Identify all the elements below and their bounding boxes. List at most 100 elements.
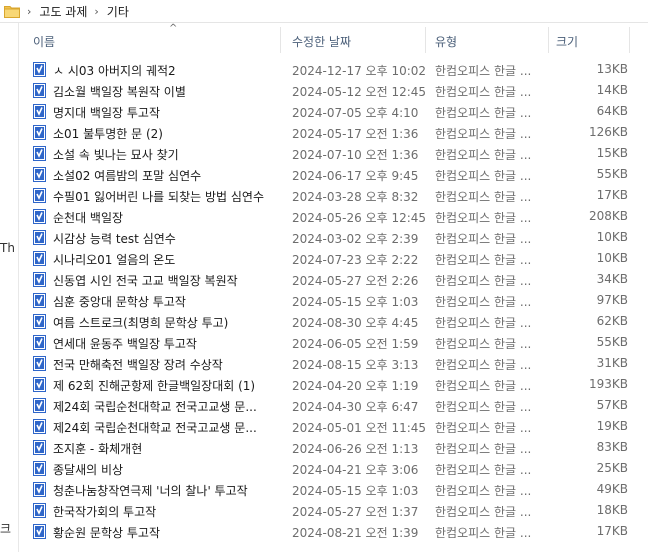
file-size: 55KB	[596, 167, 628, 181]
column-divider[interactable]	[280, 27, 281, 53]
file-type: 한컴오피스 한글 ...	[435, 337, 532, 351]
file-size: 15KB	[596, 146, 628, 160]
file-date-modified: 2024-06-17 오후 9:45	[292, 169, 419, 183]
file-row[interactable]: 소설02 여름밤의 포말 심연수 2024-06-17 오후 9:45 한컴오피…	[19, 164, 648, 185]
hwp-document-icon	[33, 482, 46, 497]
folder-icon	[4, 5, 20, 18]
file-row[interactable]: 수필01 잃어버린 나를 되찾는 방법 심연수 2024-03-28 오후 8:…	[19, 185, 648, 206]
file-row[interactable]: 순천대 백일장 2024-05-26 오후 12:45 한컴오피스 한글 ...…	[19, 206, 648, 227]
file-list: ㅅ 시03 아버지의 궤적2 2024-12-17 오후 10:02 한컴오피스…	[19, 59, 648, 542]
file-row[interactable]: 연세대 윤동주 백일장 투고작 2024-06-05 오전 1:59 한컴오피스…	[19, 332, 648, 353]
file-row[interactable]: 소01 불투명한 문 (2) 2024-05-17 오전 1:36 한컴오피스 …	[19, 122, 648, 143]
navigation-pane[interactable]: Th 크	[0, 23, 19, 552]
file-size: 14KB	[596, 83, 628, 97]
hwp-document-icon	[33, 104, 46, 119]
file-name: 신동엽 시인 전국 고교 백일장 복원작	[53, 274, 238, 288]
column-size[interactable]: 크기	[556, 33, 578, 50]
column-name[interactable]: 이름	[33, 33, 55, 50]
hwp-document-icon	[33, 83, 46, 98]
file-row[interactable]: 시감상 능력 test 심연수 2024-03-02 오후 2:39 한컴오피스…	[19, 227, 648, 248]
breadcrumb-item[interactable]: 고도 과제	[39, 3, 87, 20]
file-date-modified: 2024-06-05 오전 1:59	[292, 337, 419, 351]
file-row[interactable]: 종달새의 비상 2024-04-21 오후 3:06 한컴오피스 한글 ... …	[19, 458, 648, 479]
file-row[interactable]: 김소월 백일장 복원작 이별 2024-05-12 오전 12:45 한컴오피스…	[19, 80, 648, 101]
column-divider[interactable]	[629, 27, 630, 53]
file-type: 한컴오피스 한글 ...	[435, 295, 532, 309]
file-size: 19KB	[596, 419, 628, 433]
column-type[interactable]: 유형	[435, 33, 457, 50]
hwp-document-icon	[33, 398, 46, 413]
file-name: 한국작가회의 투고작	[53, 505, 157, 519]
file-row[interactable]: 명지대 백일장 투고작 2024-07-05 오후 4:10 한컴오피스 한글 …	[19, 101, 648, 122]
file-type: 한컴오피스 한글 ...	[435, 316, 532, 330]
file-row[interactable]: 제24회 국립순천대학교 전국고교생 문... 2024-04-30 오후 6:…	[19, 395, 648, 416]
file-size: 10KB	[596, 230, 628, 244]
file-date-modified: 2024-07-23 오후 2:22	[292, 253, 419, 267]
file-date-modified: 2024-03-28 오후 8:32	[292, 190, 419, 204]
file-date-modified: 2024-07-05 오후 4:10	[292, 106, 419, 120]
file-name: 소설02 여름밤의 포말 심연수	[53, 169, 202, 183]
file-name: 시나리오01 얼음의 온도	[53, 253, 176, 267]
file-name: 종달새의 비상	[53, 463, 124, 477]
file-name: ㅅ 시03 아버지의 궤적2	[53, 64, 176, 78]
file-row[interactable]: 조지훈 - 화체개현 2024-06-26 오전 1:13 한컴오피스 한글 .…	[19, 437, 648, 458]
sort-ascending-icon: ^	[169, 23, 178, 34]
file-date-modified: 2024-05-17 오전 1:36	[292, 127, 419, 141]
file-name: 여름 스트로크(최명희 문학상 투고)	[53, 316, 229, 330]
hwp-document-icon	[33, 293, 46, 308]
file-name: 소설 속 빛나는 묘사 찾기	[53, 148, 179, 162]
navigation-pane-fragment[interactable]: Th	[0, 241, 15, 255]
file-type: 한컴오피스 한글 ...	[435, 106, 532, 120]
file-type: 한컴오피스 한글 ...	[435, 211, 532, 225]
file-row[interactable]: 시나리오01 얼음의 온도 2024-07-23 오후 2:22 한컴오피스 한…	[19, 248, 648, 269]
file-row[interactable]: 제 62회 진해군항제 한글백일장대회 (1) 2024-04-20 오후 1:…	[19, 374, 648, 395]
file-name: 제 62회 진해군항제 한글백일장대회 (1)	[53, 379, 256, 393]
file-row[interactable]: 신동엽 시인 전국 고교 백일장 복원작 2024-05-27 오전 2:26 …	[19, 269, 648, 290]
file-row[interactable]: 전국 만해축전 백일장 장려 수상작 2024-08-15 오후 3:13 한컴…	[19, 353, 648, 374]
file-name: 소01 불투명한 문 (2)	[53, 127, 163, 141]
file-type: 한컴오피스 한글 ...	[435, 442, 532, 456]
file-row[interactable]: 청춘나눔창작연극제 '너의 찰나' 투고작 2024-05-15 오후 1:03…	[19, 479, 648, 500]
hwp-document-icon	[33, 146, 46, 161]
hwp-document-icon	[33, 356, 46, 371]
hwp-document-icon	[33, 251, 46, 266]
file-row[interactable]: 한국작가회의 투고작 2024-05-27 오전 1:37 한컴오피스 한글 .…	[19, 500, 648, 521]
breadcrumb-item[interactable]: 기타	[107, 3, 129, 20]
file-date-modified: 2024-04-21 오후 3:06	[292, 463, 419, 477]
file-name: 수필01 잃어버린 나를 되찾는 방법 심연수	[53, 190, 264, 204]
hwp-document-icon	[33, 440, 46, 455]
column-divider[interactable]	[425, 27, 426, 53]
file-size: 17KB	[596, 524, 628, 538]
file-size: 64KB	[596, 104, 628, 118]
hwp-document-icon	[33, 230, 46, 245]
chevron-right-icon: ›	[27, 4, 32, 18]
file-row[interactable]: ㅅ 시03 아버지의 궤적2 2024-12-17 오후 10:02 한컴오피스…	[19, 59, 648, 80]
file-type: 한컴오피스 한글 ...	[435, 526, 532, 540]
file-size: 10KB	[596, 251, 628, 265]
file-type: 한컴오피스 한글 ...	[435, 232, 532, 246]
file-date-modified: 2024-03-02 오후 2:39	[292, 232, 419, 246]
file-row[interactable]: 심훈 중앙대 문학상 투고작 2024-05-15 오후 1:03 한컴오피스 …	[19, 290, 648, 311]
file-name: 시감상 능력 test 심연수	[53, 232, 176, 246]
address-bar[interactable]: › 고도 과제 › 기타	[0, 0, 648, 23]
file-size: 208KB	[588, 209, 628, 223]
column-date-modified[interactable]: 수정한 날짜	[292, 33, 351, 50]
file-name: 김소월 백일장 복원작 이별	[53, 85, 186, 99]
file-row[interactable]: 여름 스트로크(최명희 문학상 투고) 2024-08-30 오후 4:45 한…	[19, 311, 648, 332]
file-row[interactable]: 소설 속 빛나는 묘사 찾기 2024-07-10 오전 1:36 한컴오피스 …	[19, 143, 648, 164]
file-size: 55KB	[596, 335, 628, 349]
file-size: 17KB	[596, 188, 628, 202]
file-type: 한컴오피스 한글 ...	[435, 379, 532, 393]
file-type: 한컴오피스 한글 ...	[435, 64, 532, 78]
file-type: 한컴오피스 한글 ...	[435, 421, 532, 435]
file-row[interactable]: 제24회 국립순천대학교 전국고교생 문... 2024-05-01 오전 11…	[19, 416, 648, 437]
file-row[interactable]: 황순원 문학상 투고작 2024-08-21 오전 1:39 한컴오피스 한글 …	[19, 521, 648, 542]
file-name: 황순원 문학상 투고작	[53, 526, 160, 540]
navigation-pane-fragment[interactable]: 크	[0, 520, 11, 537]
file-date-modified: 2024-05-01 오전 11:45	[292, 421, 427, 435]
hwp-document-icon	[33, 125, 46, 140]
file-type: 한컴오피스 한글 ...	[435, 358, 532, 372]
file-name: 명지대 백일장 투고작	[53, 106, 160, 120]
column-divider[interactable]	[548, 27, 549, 53]
file-date-modified: 2024-06-26 오전 1:13	[292, 442, 419, 456]
